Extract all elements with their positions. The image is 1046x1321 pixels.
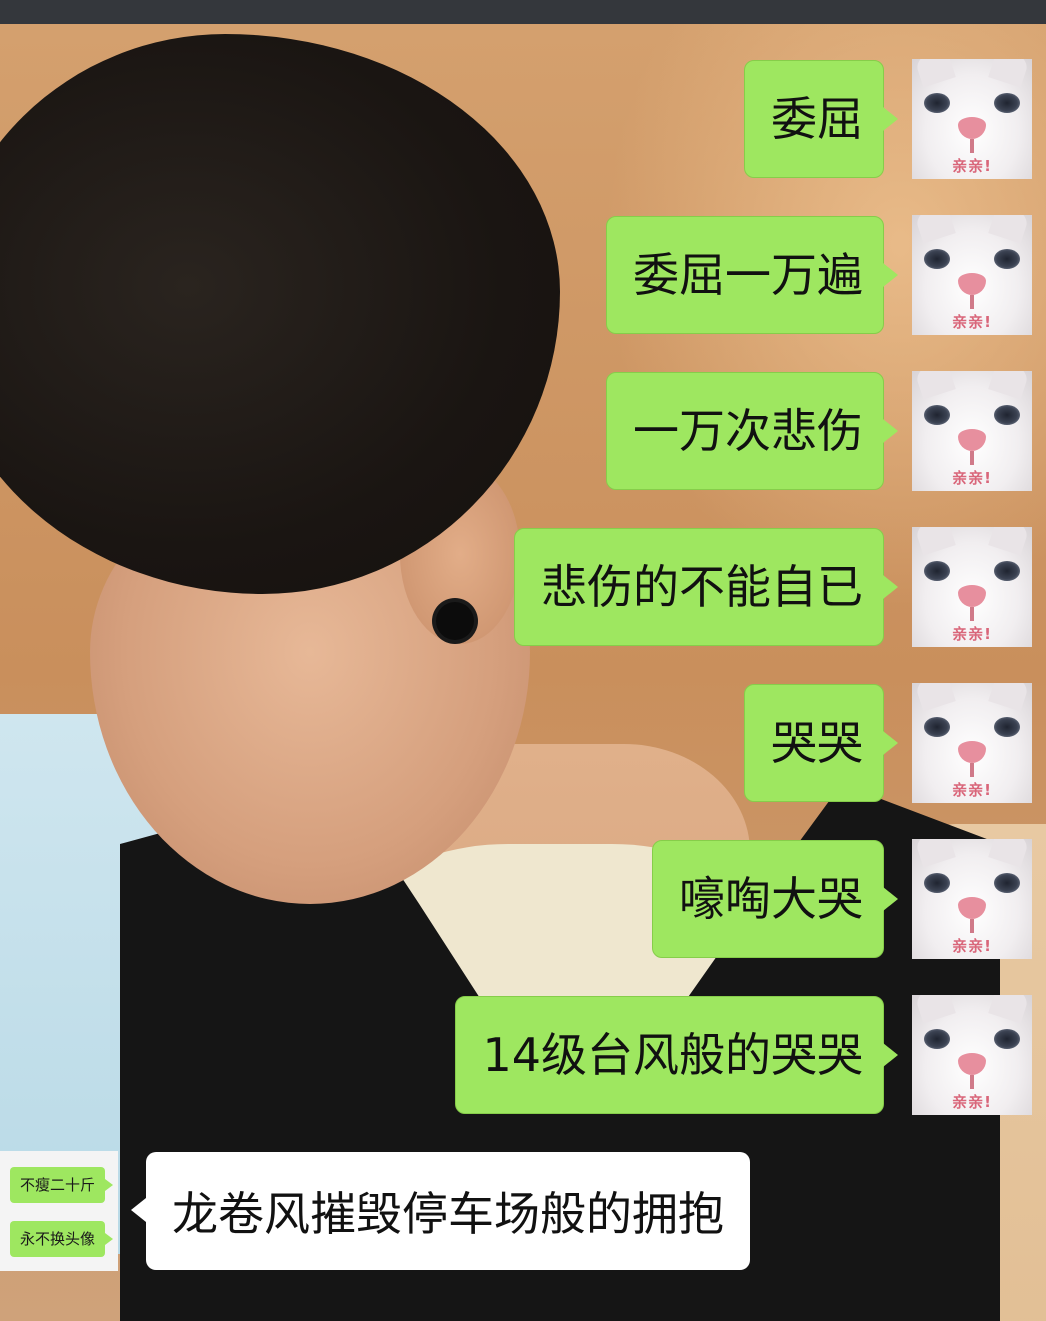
incoming-message-bubble[interactable]: 龙卷风摧毁停车场般的拥抱 xyxy=(131,1152,750,1270)
avatar-text-line-2: 永不换头像 xyxy=(10,1221,114,1257)
cat-ear-left-icon xyxy=(914,995,956,1024)
cat-eye-right-icon xyxy=(994,717,1020,737)
message-row: 悲伤的不能自已 亲亲! xyxy=(514,527,1032,647)
cat-ear-left-icon xyxy=(914,839,956,868)
avatar-caption: 亲亲! xyxy=(952,313,992,331)
cat-eye-right-icon xyxy=(994,249,1020,269)
avatar-caption: 亲亲! xyxy=(952,781,992,799)
cat-mouth-icon xyxy=(970,919,974,933)
cat-ear-right-icon xyxy=(988,683,1030,712)
cat-eye-left-icon xyxy=(924,873,950,893)
self-avatar[interactable]: 亲亲! xyxy=(912,527,1032,647)
cat-eye-right-icon xyxy=(994,873,1020,893)
cat-eye-left-icon xyxy=(924,249,950,269)
cat-ear-right-icon xyxy=(988,371,1030,400)
message-row: 14级台风般的哭哭 亲亲! xyxy=(455,995,1032,1115)
cat-eye-right-icon xyxy=(994,93,1020,113)
cat-nose-icon xyxy=(958,273,986,295)
cat-ear-left-icon xyxy=(914,215,956,244)
self-avatar[interactable]: 亲亲! xyxy=(912,59,1032,179)
message-row: 委屈一万遍 亲亲! xyxy=(606,215,1032,335)
cat-nose-icon xyxy=(958,1053,986,1075)
message-row: 嚎啕大哭 亲亲! xyxy=(652,839,1032,959)
cat-ear-right-icon xyxy=(988,59,1030,88)
cat-ear-right-icon xyxy=(988,215,1030,244)
cat-nose-icon xyxy=(958,429,986,451)
cat-nose-icon xyxy=(958,585,986,607)
avatar-caption: 亲亲! xyxy=(952,157,992,175)
avatar-caption: 亲亲! xyxy=(952,937,992,955)
self-avatar[interactable]: 亲亲! xyxy=(912,215,1032,335)
cat-eye-left-icon xyxy=(924,1029,950,1049)
cat-eye-left-icon xyxy=(924,561,950,581)
cat-nose-icon xyxy=(958,897,986,919)
message-row: 委屈 亲亲! xyxy=(744,59,1032,179)
cat-eye-right-icon xyxy=(994,405,1020,425)
outgoing-message-bubble[interactable]: 委屈 xyxy=(744,60,898,178)
cat-ear-left-icon xyxy=(914,683,956,712)
self-avatar[interactable]: 亲亲! xyxy=(912,995,1032,1115)
self-avatar[interactable]: 亲亲! xyxy=(912,371,1032,491)
outgoing-message-bubble[interactable]: 悲伤的不能自已 xyxy=(514,528,898,646)
cat-mouth-icon xyxy=(970,451,974,465)
cat-ear-left-icon xyxy=(914,527,956,556)
cat-eye-left-icon xyxy=(924,93,950,113)
message-row: 哭哭 亲亲! xyxy=(744,683,1032,803)
outgoing-message-bubble[interactable]: 一万次悲伤 xyxy=(606,372,898,490)
cat-ear-right-icon xyxy=(988,995,1030,1024)
cat-ear-right-icon xyxy=(988,839,1030,868)
outgoing-message-bubble[interactable]: 哭哭 xyxy=(744,684,898,802)
cat-eye-left-icon xyxy=(924,717,950,737)
background-photo-earring xyxy=(436,602,474,640)
incoming-message-row: 不瘦二十斤 永不换头像 龙卷风摧毁停车场般的拥抱 xyxy=(0,1151,750,1271)
cat-mouth-icon xyxy=(970,1075,974,1089)
avatar-caption: 亲亲! xyxy=(952,469,992,487)
avatar-caption: 亲亲! xyxy=(952,1093,992,1111)
cat-ear-left-icon xyxy=(914,371,956,400)
outgoing-message-bubble[interactable]: 嚎啕大哭 xyxy=(652,840,898,958)
message-row: 一万次悲伤 亲亲! xyxy=(606,371,1032,491)
contact-avatar[interactable]: 不瘦二十斤 永不换头像 xyxy=(0,1151,118,1271)
cat-ear-right-icon xyxy=(988,527,1030,556)
cat-eye-right-icon xyxy=(994,1029,1020,1049)
status-bar xyxy=(0,0,1046,24)
self-avatar[interactable]: 亲亲! xyxy=(912,839,1032,959)
avatar-caption: 亲亲! xyxy=(952,625,992,643)
cat-nose-icon xyxy=(958,741,986,763)
cat-mouth-icon xyxy=(970,295,974,309)
cat-mouth-icon xyxy=(970,607,974,621)
cat-mouth-icon xyxy=(970,139,974,153)
self-avatar[interactable]: 亲亲! xyxy=(912,683,1032,803)
outgoing-message-bubble[interactable]: 14级台风般的哭哭 xyxy=(455,996,898,1114)
cat-ear-left-icon xyxy=(914,59,956,88)
cat-nose-icon xyxy=(958,117,986,139)
cat-eye-left-icon xyxy=(924,405,950,425)
cat-eye-right-icon xyxy=(994,561,1020,581)
avatar-text-line-1: 不瘦二十斤 xyxy=(10,1167,114,1203)
cat-mouth-icon xyxy=(970,763,974,777)
outgoing-message-bubble[interactable]: 委屈一万遍 xyxy=(606,216,898,334)
